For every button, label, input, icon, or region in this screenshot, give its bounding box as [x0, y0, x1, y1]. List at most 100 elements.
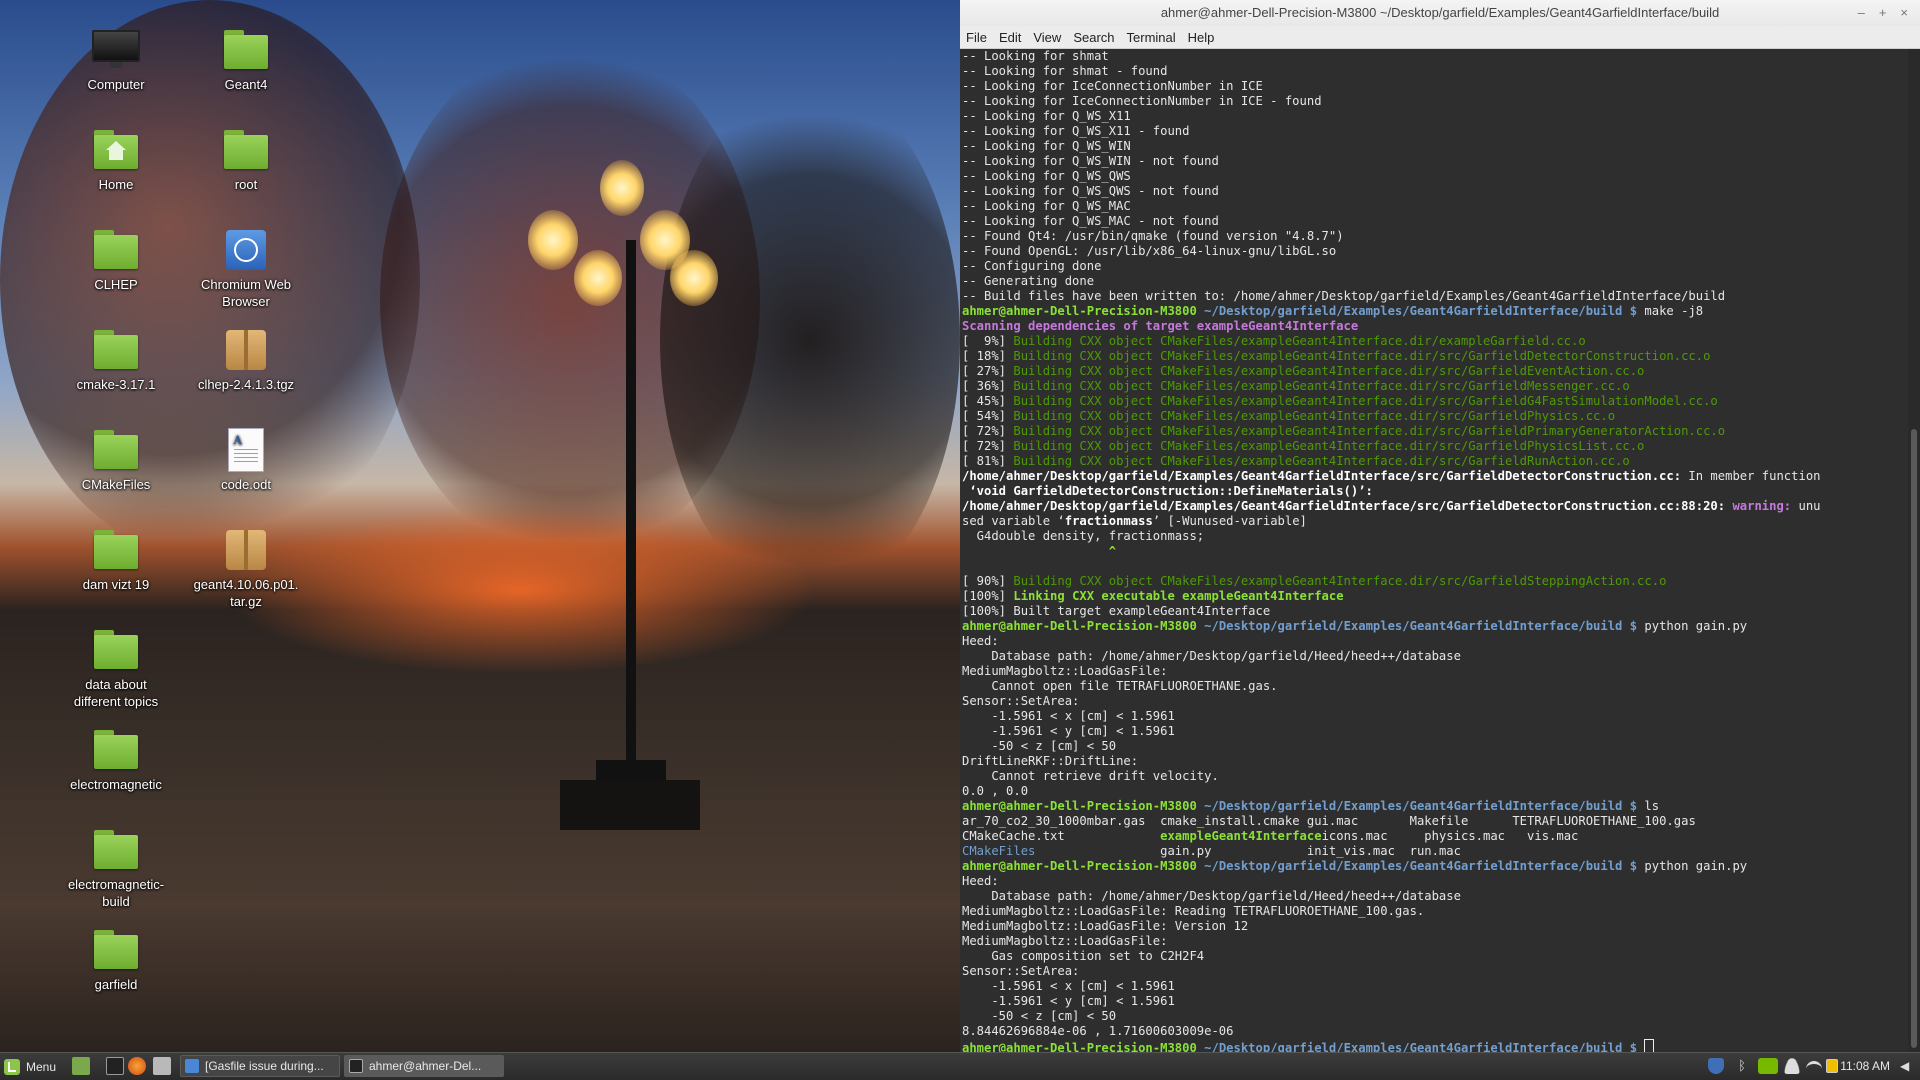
terminal-line: -1.5961 < y [cm] < 1.5961	[962, 994, 1908, 1009]
scrollbar-thumb[interactable]	[1911, 429, 1917, 1048]
volume-icon[interactable]: ◀	[1900, 1058, 1914, 1074]
desktop-icon-cmake-3-17-1[interactable]: cmake-3.17.1	[56, 328, 176, 393]
terminal-text: DriftLineRKF::DriftLine:	[962, 754, 1139, 768]
menu-help[interactable]: Help	[1188, 30, 1215, 45]
terminal-line: CMakeCache.txt exampleGeant4Interfaceico…	[962, 829, 1908, 844]
task-chromium[interactable]: [Gasfile issue during...	[180, 1055, 340, 1077]
nvidia-icon[interactable]	[1758, 1058, 1778, 1074]
terminal-titlebar[interactable]: ahmer@ahmer-Dell-Precision-M3800 ~/Deskt…	[960, 0, 1920, 26]
terminal-line: sed variable ‘fractionmass’ [-Wunused-va…	[962, 514, 1908, 529]
menu-view[interactable]: View	[1033, 30, 1061, 45]
menu-search[interactable]: Search	[1073, 30, 1114, 45]
window-title: ahmer@ahmer-Dell-Precision-M3800 ~/Deskt…	[1160, 5, 1720, 20]
terminal-text: sed variable ‘	[962, 514, 1065, 528]
terminal-line: 8.84462696884e-06 , 1.71600603009e-06	[962, 1024, 1908, 1039]
mint-logo-icon	[4, 1058, 20, 1075]
desktop-icon-chromium-web-browser[interactable]: Chromium Web Browser	[186, 228, 306, 310]
files-icon[interactable]	[153, 1057, 171, 1075]
desktop-icon-home[interactable]: Home	[56, 128, 176, 193]
build-progress: [ 72%]	[962, 424, 1014, 438]
shield-icon[interactable]	[1708, 1058, 1724, 1074]
ls-entry: CMakeCache.txt	[962, 829, 1161, 843]
terminal-text: -- Looking for IceConnectionNumber in IC…	[962, 94, 1322, 108]
maximize-button[interactable]: +	[1879, 0, 1887, 26]
terminal-text: -50 < z [cm] < 50	[962, 1009, 1117, 1023]
minimize-button[interactable]: –	[1858, 0, 1865, 26]
computer-icon	[92, 28, 140, 72]
desktop-icon-label: Computer	[87, 77, 145, 92]
desktop-icon-electromagnetic[interactable]: electromagnetic	[56, 728, 176, 793]
terminal-scrollbar[interactable]	[1908, 49, 1920, 1052]
terminal-text: ’ [-Wunused-variable]	[1152, 514, 1307, 528]
terminal-text: G4double density, fractionmass;	[962, 529, 1205, 543]
folder-icon	[92, 328, 140, 372]
terminal-line: Heed:	[962, 634, 1908, 649]
desktop-icon-clhep[interactable]: CLHEP	[56, 228, 176, 293]
show-desktop-icon[interactable]	[72, 1057, 90, 1075]
wifi-icon[interactable]	[1806, 1061, 1822, 1074]
prompt-user: ahmer@ahmer-Dell-Precision-M3800	[962, 799, 1197, 813]
desktop-icon-dam-vizt-19[interactable]: dam vizt 19	[56, 528, 176, 593]
terminal-text: Cannot retrieve drift velocity.	[962, 769, 1219, 783]
terminal-text: -50 < z [cm] < 50	[962, 739, 1117, 753]
menu-button[interactable]: Menu	[4, 1053, 56, 1080]
terminal-line: [ 18%] Building CXX object CMakeFiles/ex…	[962, 349, 1908, 364]
build-progress: [ 90%]	[962, 574, 1014, 588]
terminal-text: -- Found OpenGL: /usr/lib/x86_64-linux-g…	[962, 244, 1337, 258]
terminal-output[interactable]: -- Looking for shmat -- Looking for shmat…	[960, 49, 1908, 1052]
task-terminal[interactable]: ahmer@ahmer-Del...	[344, 1055, 504, 1077]
desktop-icon-computer[interactable]: Computer	[56, 28, 176, 93]
desktop-icon-label: CMakeFiles	[81, 477, 151, 492]
menu-file[interactable]: File	[966, 30, 987, 45]
terminal-icon	[349, 1059, 363, 1073]
command-text: make -j8	[1637, 304, 1704, 318]
desktop-icon-code-odt[interactable]: code.odt	[186, 428, 306, 493]
caret-marker: ^	[962, 544, 1117, 558]
terminal-line: Scanning dependencies of target exampleG…	[962, 319, 1908, 334]
desktop-icon-label: electromagnetic- build	[67, 877, 165, 909]
desktop-icon-label: code.odt	[221, 477, 271, 492]
menu-edit[interactable]: Edit	[999, 30, 1021, 45]
terminal-text: MediumMagboltz::LoadGasFile: Reading TET…	[962, 904, 1425, 918]
terminal-icon[interactable]	[106, 1057, 124, 1075]
desktop-icon-root[interactable]: root	[186, 128, 306, 193]
bluetooth-icon[interactable]: ᛒ	[1734, 1058, 1750, 1074]
terminal-text: ‘void GarfieldDetectorConstruction::Defi…	[962, 484, 1373, 498]
desktop-icon-geant4[interactable]: Geant4	[186, 28, 306, 93]
clock[interactable]: 11:08 AM	[1840, 1053, 1890, 1080]
terminal-line: -- Looking for shmat	[962, 49, 1908, 64]
terminal-text: -- Configuring done	[962, 259, 1102, 273]
terminal-text: Building CXX object CMakeFiles/exampleGe…	[1013, 439, 1645, 453]
desktop-icon-cmakefiles[interactable]: CMakeFiles	[56, 428, 176, 493]
battery-icon[interactable]	[1826, 1059, 1838, 1073]
desktop-icon-geant4-10-06-p01-tar-gz[interactable]: geant4.10.06.p01. tar.gz	[186, 528, 306, 610]
close-button[interactable]: ×	[1900, 0, 1908, 26]
terminal-line: -- Generating done	[962, 274, 1908, 289]
terminal-window[interactable]: ahmer@ahmer-Dell-Precision-M3800 ~/Deskt…	[960, 0, 1920, 1052]
terminal-text: Linking CXX executable exampleGeant4Inte…	[1013, 589, 1344, 603]
terminal-line: -- Looking for Q_WS_QWS	[962, 169, 1908, 184]
archive-icon	[222, 328, 270, 372]
terminal-line: -- Looking for IceConnectionNumber in IC…	[962, 79, 1908, 94]
desktop-icon-electromagnetic-build[interactable]: electromagnetic- build	[56, 828, 176, 910]
firefox-icon[interactable]	[128, 1057, 146, 1075]
warning-label: warning:	[1725, 499, 1792, 513]
terminal-line: ahmer@ahmer-Dell-Precision-M3800 ~/Deskt…	[962, 1039, 1908, 1052]
desktop-icon-data-about-different-topics[interactable]: data about different topics	[56, 628, 176, 710]
terminal-line: [100%] Linking CXX executable exampleGea…	[962, 589, 1908, 604]
terminal-line: [ 72%] Building CXX object CMakeFiles/ex…	[962, 439, 1908, 454]
desktop-icon-clhep-2-4-1-3-tgz[interactable]: clhep-2.4.1.3.tgz	[186, 328, 306, 393]
build-progress: [ 54%]	[962, 409, 1014, 423]
folder-icon	[92, 528, 140, 572]
desktop-icon-garfield[interactable]: garfield	[56, 928, 176, 993]
terminal-text: Cannot open file TETRAFLUOROETHANE.gas.	[962, 679, 1278, 693]
menu-terminal[interactable]: Terminal	[1127, 30, 1176, 45]
terminal-line: [ 72%] Building CXX object CMakeFiles/ex…	[962, 424, 1908, 439]
terminal-text: fractionmass	[1064, 514, 1153, 528]
terminal-line: -- Looking for Q_WS_WIN	[962, 139, 1908, 154]
terminal-line: Gas composition set to C2H2F4	[962, 949, 1908, 964]
user-icon[interactable]	[1784, 1058, 1800, 1074]
task-label: [Gasfile issue during...	[205, 1059, 324, 1073]
ls-entry: run.mac	[1409, 844, 1513, 858]
ls-entry: ar_70_co2_30_1000mbar.gas	[962, 814, 1161, 828]
